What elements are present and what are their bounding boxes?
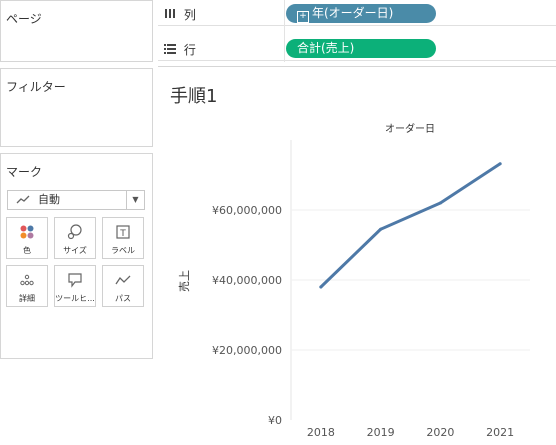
tooltip-button[interactable]: ツールヒ... — [54, 265, 96, 307]
mark-type-dropdown[interactable]: 自動 ▼ — [7, 190, 145, 210]
sum-sales-pill[interactable]: 合計(売上) — [286, 39, 436, 58]
x-tick-label: 2020 — [426, 426, 454, 439]
chevron-down-icon[interactable]: ▼ — [126, 191, 144, 209]
pages-panel-title: ページ — [6, 12, 42, 26]
color-button[interactable]: 色 — [6, 217, 48, 259]
filters-panel-title: フィルター — [6, 80, 66, 94]
path-icon — [103, 272, 143, 288]
sheet-title: 手順1 — [170, 86, 218, 107]
columns-shelf-label-wrap: 列 — [164, 6, 196, 23]
detail-button[interactable]: 詳細 — [6, 265, 48, 307]
path-button-label: パス — [115, 294, 131, 303]
rows-shelf-label: 行 — [183, 43, 196, 57]
rows-shelf: 行 合計(売上) — [158, 35, 556, 61]
path-button[interactable]: パス — [102, 265, 144, 307]
label-button[interactable]: T ラベル — [102, 217, 144, 259]
y-axis-title: 売上 — [178, 270, 191, 292]
data-point — [319, 285, 323, 289]
tooltip-button-label: ツールヒ... — [55, 294, 95, 303]
columns-shelf-label: 列 — [183, 8, 196, 22]
size-icon — [55, 224, 95, 240]
shelf-divider — [284, 0, 285, 62]
columns-shelf: 列 + 年(オーダー日) — [158, 0, 556, 26]
columns-icon — [164, 8, 180, 22]
line-icon — [16, 191, 30, 214]
year-order-date-pill[interactable]: + 年(オーダー日) — [286, 4, 436, 23]
view-top-border — [158, 66, 556, 67]
marks-panel-title: マーク — [6, 165, 43, 179]
x-tick-label: 2019 — [367, 426, 395, 439]
y-tick-label: ¥40,000,000 — [212, 274, 282, 287]
chart-header: オーダー日 — [385, 124, 435, 135]
rows-shelf-label-wrap: 行 — [164, 41, 196, 58]
y-tick-label: ¥20,000,000 — [212, 344, 282, 357]
data-point — [379, 227, 383, 231]
label-icon: T — [103, 224, 143, 240]
color-button-label: 色 — [23, 246, 31, 255]
size-button[interactable]: サイズ — [54, 217, 96, 259]
label-button-label: ラベル — [111, 246, 135, 255]
grid-layer — [290, 140, 530, 420]
color-icon — [7, 224, 47, 240]
filters-panel: フィルター — [0, 68, 153, 147]
pages-panel: ページ — [0, 0, 153, 62]
detail-icon — [7, 272, 47, 288]
line-layer — [319, 162, 502, 289]
data-point — [438, 201, 442, 205]
mark-type-value: 自動 — [38, 193, 60, 206]
marks-panel: マーク 自動 ▼ 色 サイズ T ラベル 詳細 ツールヒ... パス — [0, 153, 153, 359]
sum-sales-pill-label: 合計(売上) — [297, 41, 355, 55]
axis-layer: ¥0 ¥20,000,000 ¥40,000,000 ¥60,000,000 2018 2… — [178, 204, 514, 439]
y-tick-label: ¥60,000,000 — [212, 204, 282, 217]
rows-icon — [164, 43, 180, 57]
detail-button-label: 詳細 — [19, 294, 35, 303]
y-tick-label: ¥0 — [268, 414, 282, 427]
year-order-date-pill-label: 年(オーダー日) — [312, 6, 394, 20]
x-tick-label: 2018 — [307, 426, 335, 439]
data-point — [498, 162, 502, 166]
tooltip-icon — [55, 272, 95, 288]
series-line — [319, 162, 502, 289]
svg-text:T: T — [119, 229, 126, 239]
size-button-label: サイズ — [63, 246, 87, 255]
expand-icon[interactable]: + — [297, 11, 309, 23]
x-tick-label: 2021 — [486, 426, 514, 439]
